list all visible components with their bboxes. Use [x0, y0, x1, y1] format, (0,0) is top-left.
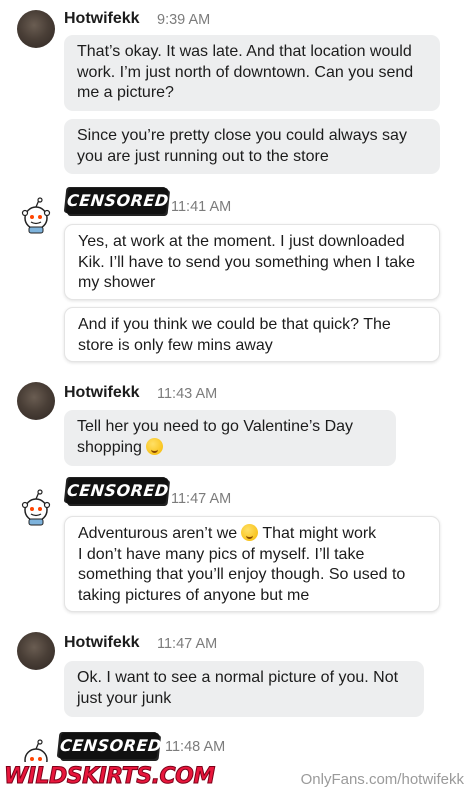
winking-face-emoji — [241, 524, 259, 541]
snoo-icon — [21, 489, 51, 526]
reddit-snoo-avatar[interactable] — [17, 196, 55, 234]
author-name[interactable]: Hotwifekk — [64, 10, 140, 28]
timestamp: 11:41 AM — [171, 199, 232, 215]
snoo-icon — [21, 197, 51, 234]
source-watermark: OnlyFans.com/hotwifekk — [300, 771, 464, 788]
reddit-snoo-avatar[interactable] — [17, 488, 55, 526]
message-text: Adventurous aren’t we — [78, 525, 238, 542]
censored-username: CENSORED — [65, 188, 170, 214]
user-avatar[interactable] — [17, 10, 55, 48]
author-name[interactable]: Hotwifekk — [64, 384, 140, 402]
timestamp: 11:43 AM — [157, 386, 218, 402]
timestamp: 11:47 AM — [157, 636, 218, 652]
message-bubble: That’s okay. It was late. And that locat… — [64, 35, 440, 111]
message-text: Tell her you need to go Valentine’s Day … — [77, 418, 354, 456]
timestamp: 9:39 AM — [157, 12, 211, 28]
user-avatar[interactable] — [17, 632, 55, 670]
message-bubble: Since you’re pretty close you could alwa… — [64, 119, 440, 174]
message-bubble: Tell her you need to go Valentine’s Day … — [64, 410, 396, 466]
author-name[interactable]: Hotwifekk — [64, 634, 140, 652]
site-watermark-logo: WILDSKIRTS.COM — [4, 762, 216, 792]
message-bubble: Ok. I want to see a normal picture of yo… — [64, 661, 424, 717]
user-avatar[interactable] — [17, 382, 55, 420]
censored-username: CENSORED — [65, 478, 170, 504]
censored-username: CENSORED — [58, 733, 163, 759]
timestamp: 11:47 AM — [171, 491, 232, 507]
message-bubble: And if you think we could be that quick?… — [64, 307, 440, 362]
message-bubble: Adventurous aren’t we That might work I … — [64, 516, 440, 612]
message-bubble: Yes, at work at the moment. I just downl… — [64, 224, 440, 300]
chat-thread: Hotwifekk 9:39 AM That’s okay. It was la… — [0, 0, 474, 797]
winking-tongue-face-emoji — [145, 437, 163, 455]
timestamp: 11:48 AM — [165, 739, 226, 755]
